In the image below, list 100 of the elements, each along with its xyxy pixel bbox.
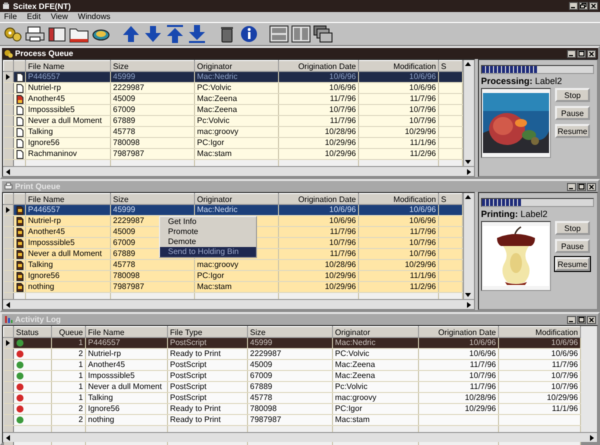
- column-header[interactable]: File Type: [168, 326, 248, 338]
- column-header[interactable]: Status: [14, 326, 52, 338]
- left-arrow-icon[interactable]: [4, 300, 12, 308]
- document-icon: [16, 216, 24, 226]
- table-row[interactable]: Ignore56 780098 PC:Igor 10/29/96 11/1/96: [4, 138, 462, 148]
- table-row[interactable]: 2 Ignore56 Ready to Print 780098 PC:Igor 10/29/96 11/1/96: [4, 404, 580, 414]
- menu-item[interactable]: Edit: [26, 12, 41, 22]
- column-header[interactable]: Size: [248, 326, 332, 338]
- column-header[interactable]: File Name: [86, 326, 168, 338]
- button[interactable]: Resume: [555, 257, 590, 271]
- table-row[interactable]: 2 Nutriel-rp Ready to Print 2229987 PC:Volvic 10/6/96 10/6/96: [4, 348, 580, 360]
- app-icon: [2, 2, 10, 10]
- table-row[interactable]: Talking 45778 mac:groovy 10/28/96 10/29/96: [4, 126, 462, 138]
- column-header[interactable]: Origination Date: [418, 326, 498, 338]
- down-arrow-icon[interactable]: [464, 158, 472, 166]
- button[interactable]: Resume: [555, 124, 590, 138]
- table-row[interactable]: Ignore56 780098 PC:Igor 10/29/96 11/1/96: [4, 270, 462, 282]
- column-header[interactable]: S: [438, 60, 462, 72]
- minimize-icon[interactable]: [569, 2, 578, 10]
- printer-icon[interactable]: [25, 24, 45, 44]
- column-header[interactable]: Originator: [194, 60, 278, 72]
- table-row[interactable]: Talking 45778 mac:groovy 10/28/96 10/29/96: [4, 260, 462, 270]
- menu-item[interactable]: Send to Holding Bin: [160, 247, 256, 257]
- button[interactable]: Stop: [555, 88, 590, 102]
- table-row[interactable]: P446557 45999 Mac:Nedric 10/6/96 10/6/96: [4, 72, 462, 82]
- document-icon: [16, 272, 24, 280]
- printer-icon: [4, 182, 13, 191]
- minimize-icon[interactable]: [567, 182, 576, 190]
- button[interactable]: Pause: [555, 106, 590, 120]
- up-arrow-icon[interactable]: [464, 60, 472, 68]
- close-icon[interactable]: [589, 2, 598, 10]
- button[interactable]: Stop: [555, 221, 590, 235]
- column-header[interactable]: Origination Date: [278, 194, 358, 204]
- column-header[interactable]: Modification: [498, 326, 580, 338]
- table-row[interactable]: Never a dull Moment 67889 Pc:Volvic 11/7/96 10/7/96: [4, 116, 462, 126]
- table-row[interactable]: 1 Another45 PostScript 45009 Mac:Zeena 11/7/96 11/7/96: [4, 360, 580, 370]
- column-header[interactable]: Size: [110, 60, 194, 72]
- column-header[interactable]: S: [438, 194, 462, 204]
- column-header[interactable]: Modification: [358, 194, 438, 204]
- horizontal-scrollbar[interactable]: [3, 432, 597, 442]
- document-icon: [16, 260, 24, 270]
- column-header[interactable]: File Name: [26, 60, 110, 72]
- table-row[interactable]: nothing 7987987 Mac:stam 10/29/96 11/2/96: [4, 282, 462, 292]
- column-header[interactable]: Originator: [194, 194, 278, 204]
- down-arrow-icon[interactable]: [464, 291, 472, 299]
- column-header[interactable]: Originator: [332, 326, 418, 338]
- maximize-icon[interactable]: [577, 50, 586, 58]
- right-arrow-icon[interactable]: [588, 434, 596, 442]
- horizontal-layout-icon[interactable]: [269, 24, 289, 44]
- minimize-icon[interactable]: [567, 50, 576, 58]
- document-icon: [16, 94, 24, 104]
- status-label: Printing: Label2: [481, 209, 549, 219]
- button[interactable]: Pause: [555, 239, 590, 253]
- table-row[interactable]: Rachmaninov 7987987 Mac:stam 10/29/96 11/2/96: [4, 148, 462, 160]
- table-row[interactable]: 1 P446557 PostScript 45999 Mac:Nedric 10/6/96 10/6/96: [4, 338, 580, 348]
- document-icon: [16, 238, 24, 248]
- panel-title: Print Queue: [15, 182, 60, 191]
- gears-icon: [4, 49, 13, 58]
- restore-icon[interactable]: [579, 2, 588, 10]
- close-icon[interactable]: [587, 182, 596, 190]
- column-header[interactable]: Queue: [52, 326, 86, 338]
- table-row[interactable]: Imposssible5 67009 Mac:Zeena 10/7/96 10/7/96: [4, 104, 462, 116]
- bar-chart-icon: [4, 315, 13, 324]
- up-arrow-icon[interactable]: [464, 193, 472, 201]
- menu-item[interactable]: Windows: [78, 12, 110, 22]
- maximize-icon[interactable]: [577, 316, 586, 324]
- panel-title: Process Queue: [15, 49, 74, 58]
- table-row[interactable]: P446557 45999 Mac:Nedric 10/6/96 10/6/96: [4, 204, 462, 216]
- row-pointer-icon: [4, 73, 12, 81]
- right-arrow-icon[interactable]: [465, 168, 473, 176]
- close-icon[interactable]: [587, 316, 596, 324]
- column-header[interactable]: Size: [110, 194, 194, 204]
- column-header[interactable]: File Name: [26, 194, 110, 204]
- cascade-icon[interactable]: [313, 24, 333, 44]
- minimize-icon[interactable]: [567, 316, 576, 324]
- close-icon[interactable]: [587, 50, 596, 58]
- table-row[interactable]: Nutriel-rp 2229987 PC:Volvic 10/6/96 10/6/96: [4, 82, 462, 94]
- bottom-arrow-icon[interactable]: [187, 24, 207, 44]
- column-header[interactable]: Origination Date: [278, 60, 358, 72]
- menu-item[interactable]: View: [50, 12, 68, 22]
- column-header[interactable]: Modification: [358, 60, 438, 72]
- table-row[interactable]: 1 Talking PostScript 45778 mac:groovy 10/28/96 10/29/96: [4, 392, 580, 404]
- horizontal-scrollbar[interactable]: [3, 299, 474, 309]
- left-arrow-icon[interactable]: [4, 434, 12, 442]
- left-arrow-icon[interactable]: [4, 168, 12, 176]
- info-icon[interactable]: [239, 24, 259, 44]
- table-row[interactable]: 1 Imposssible5 PostScript 67009 Mac:Zeena 10/7/96 10/7/96: [4, 370, 580, 382]
- horizontal-scrollbar[interactable]: [3, 166, 474, 176]
- document-icon: [16, 228, 24, 236]
- document-icon: [16, 206, 24, 214]
- table-row[interactable]: 2 nothing Ready to Print 7987987 Mac:stam: [4, 414, 580, 426]
- vertical-scrollbar[interactable]: [463, 193, 474, 299]
- table-row[interactable]: 1 Never a dull Moment PostScript 67889 Pc:Volvic 11/7/96 10/7/96: [4, 382, 580, 392]
- menu-item[interactable]: File: [4, 12, 17, 22]
- vertical-scrollbar[interactable]: [463, 60, 474, 166]
- right-arrow-icon[interactable]: [465, 300, 473, 308]
- table-row[interactable]: Another45 45009 Mac:Zeena 11/7/96 11/7/96: [4, 94, 462, 104]
- vertical-layout-icon[interactable]: [291, 24, 311, 44]
- top-arrow-icon[interactable]: [165, 24, 185, 44]
- maximize-icon[interactable]: [577, 182, 586, 190]
